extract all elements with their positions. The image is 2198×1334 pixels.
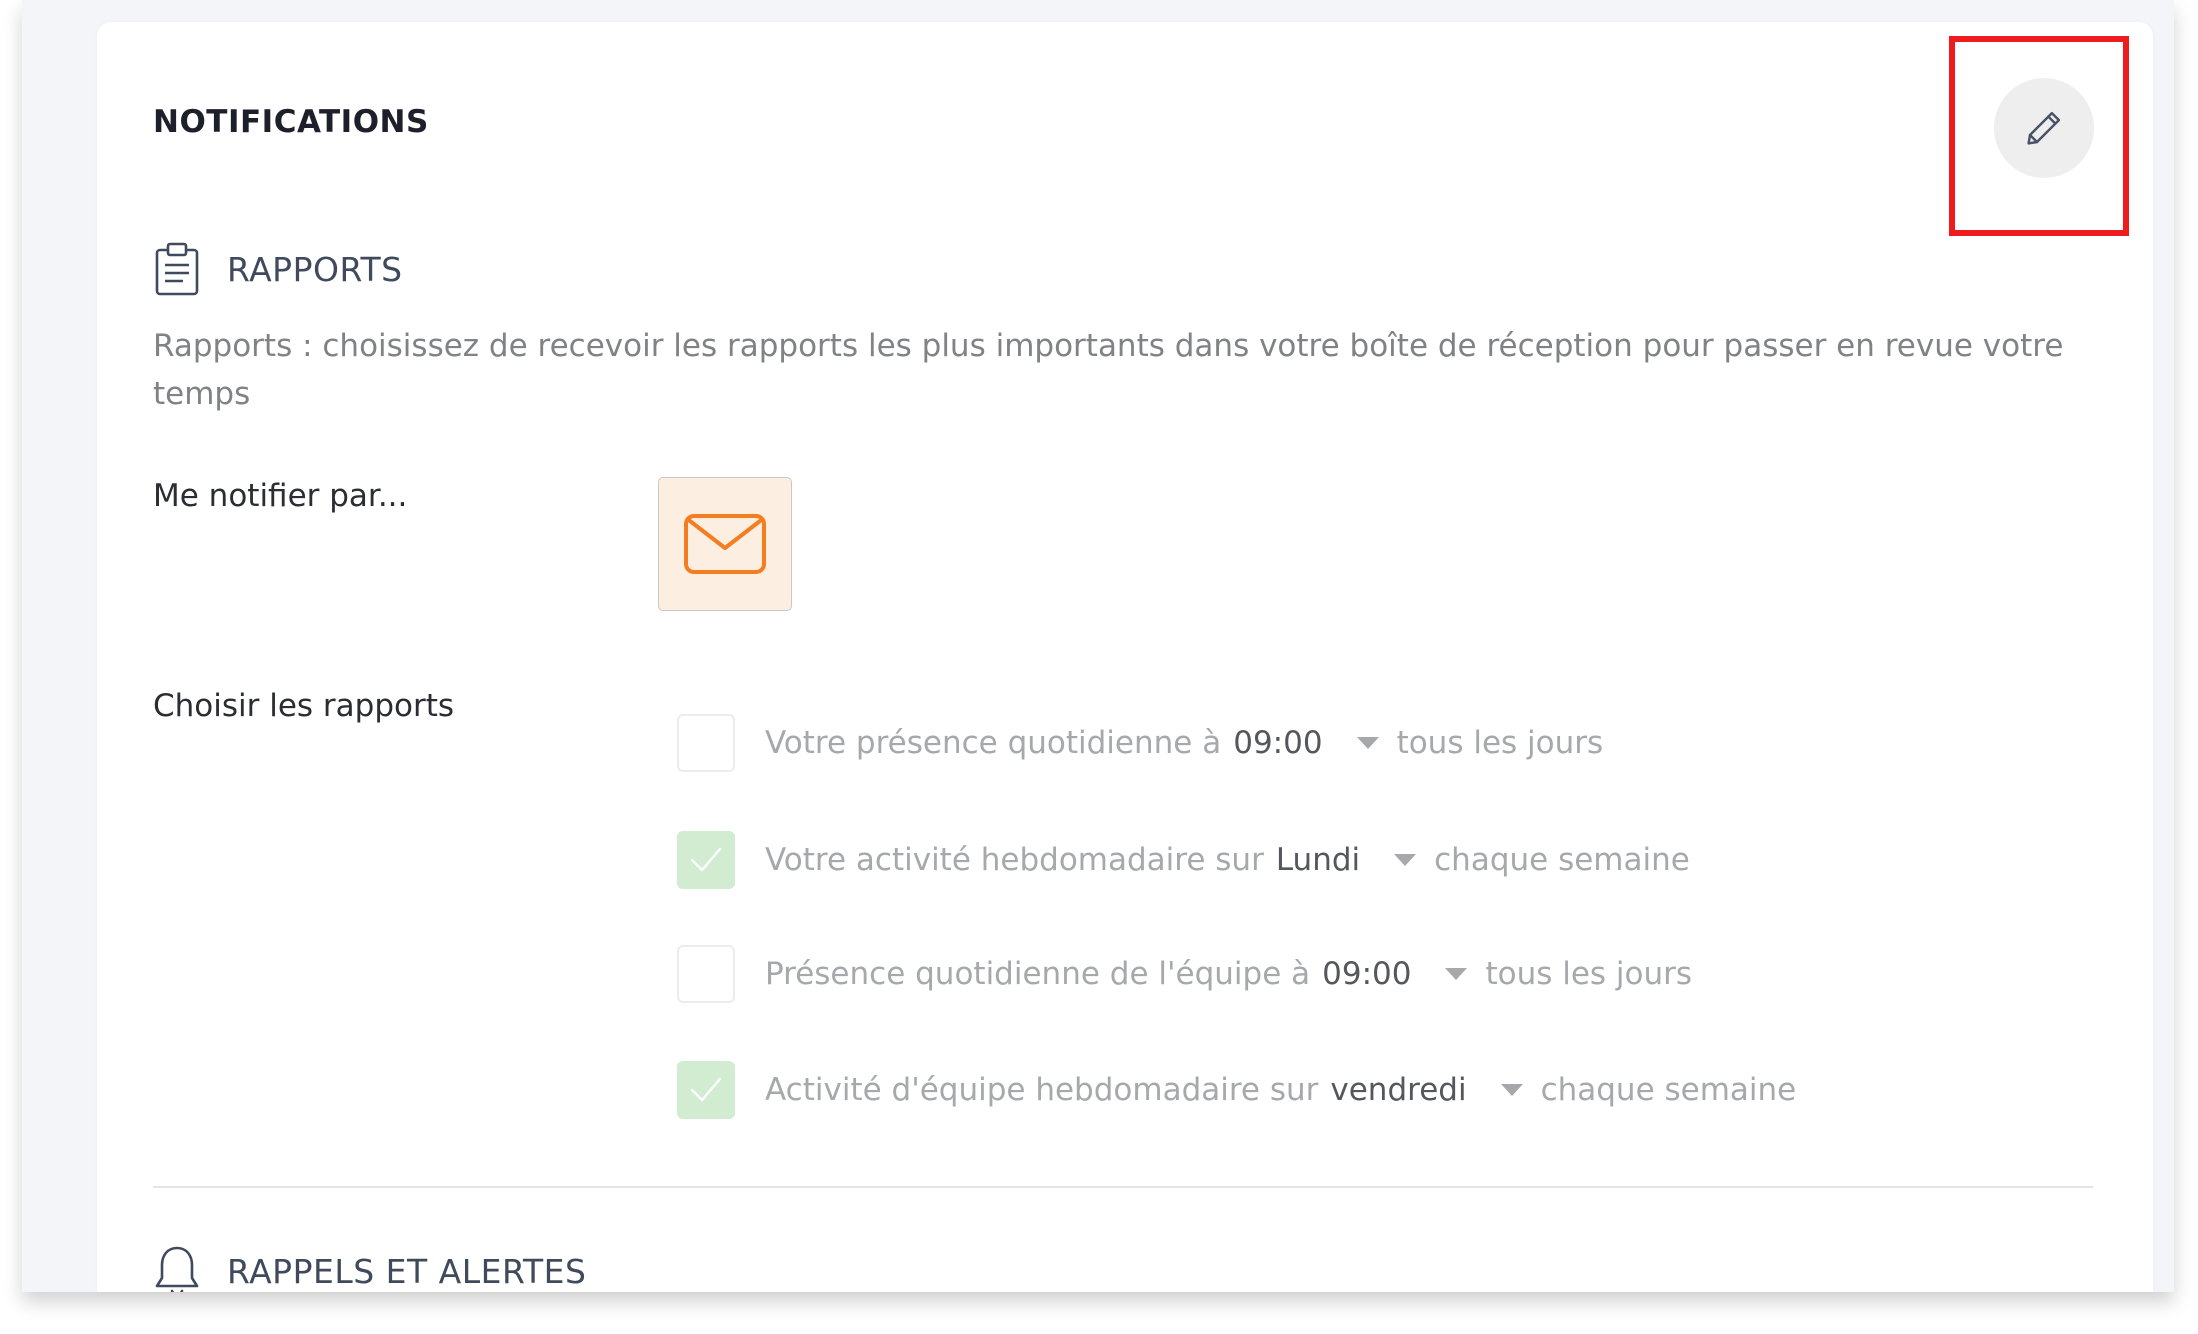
report-item-team-weekly-activity: Activité d'équipe hebdomadaire sur vendr… [677, 1060, 1796, 1120]
report-item-daily-presence: Votre présence quotidienne à 09:00 tous … [677, 713, 1603, 773]
reminders-section-title: RAPPELS ET ALERTES [227, 1251, 587, 1291]
reports-section-title: RAPPORTS [227, 249, 403, 289]
report-item-team-daily-presence: Présence quotidienne de l'équipe à 09:00… [677, 944, 1692, 1004]
reminders-section-header: RAPPELS ET ALERTES [153, 1244, 586, 1292]
check-icon [690, 1077, 722, 1102]
caret-down-icon [1445, 968, 1468, 980]
report-text: Votre présence quotidienne à [765, 725, 1222, 761]
report-item-weekly-activity: Votre activité hebdomadaire sur Lundi ch… [677, 830, 1690, 890]
frequency-dropdown[interactable]: chaque semaine [1500, 1072, 1797, 1108]
report-text: Présence quotidienne de l'équipe à [765, 956, 1311, 992]
frequency-dropdown[interactable]: chaque semaine [1394, 842, 1690, 878]
report-text: Votre activité hebdomadaire sur [765, 842, 1264, 878]
report-checkbox[interactable] [677, 714, 735, 772]
highlight-annotation-box [1949, 36, 2129, 236]
frequency-label: chaque semaine [1434, 842, 1690, 878]
check-icon [690, 847, 722, 872]
card-title: NOTIFICATIONS [153, 104, 429, 140]
frequency-dropdown[interactable]: tous les jours [1445, 956, 1692, 992]
frequency-dropdown[interactable]: tous les jours [1356, 725, 1604, 761]
report-checkbox[interactable] [677, 831, 735, 889]
report-time-value[interactable]: 09:00 [1322, 956, 1411, 992]
reports-description: Rapports : choisissez de recevoir les ra… [153, 328, 2064, 412]
email-channel-option[interactable] [658, 477, 792, 611]
reports-section-header: RAPPORTS [153, 242, 403, 296]
report-checkbox[interactable] [677, 1061, 735, 1119]
report-checkbox[interactable] [677, 945, 735, 1003]
caret-down-icon [1356, 737, 1379, 749]
notifications-card: NOTIFICATIONS RAPPORTS Rapports : choisi… [97, 22, 2153, 1292]
clipboard-icon [153, 242, 201, 296]
report-day-value[interactable]: Lundi [1276, 842, 1360, 878]
notify-by-label: Me notifier par... [153, 478, 408, 514]
caret-down-icon [1500, 1084, 1523, 1096]
caret-down-icon [1394, 854, 1417, 866]
report-text: Activité d'équipe hebdomadaire sur [765, 1072, 1319, 1108]
frequency-label: chaque semaine [1540, 1072, 1797, 1108]
page: NOTIFICATIONS RAPPORTS Rapports : choisi… [0, 0, 2198, 1334]
envelope-icon [684, 514, 766, 574]
frequency-label: tous les jours [1396, 725, 1604, 761]
bell-icon [153, 1244, 201, 1292]
report-time-value[interactable]: 09:00 [1233, 725, 1322, 761]
choose-reports-label: Choisir les rapports [153, 688, 455, 724]
section-divider [153, 1186, 2093, 1188]
report-day-value[interactable]: vendredi [1330, 1072, 1466, 1108]
frequency-label: tous les jours [1485, 956, 1693, 992]
